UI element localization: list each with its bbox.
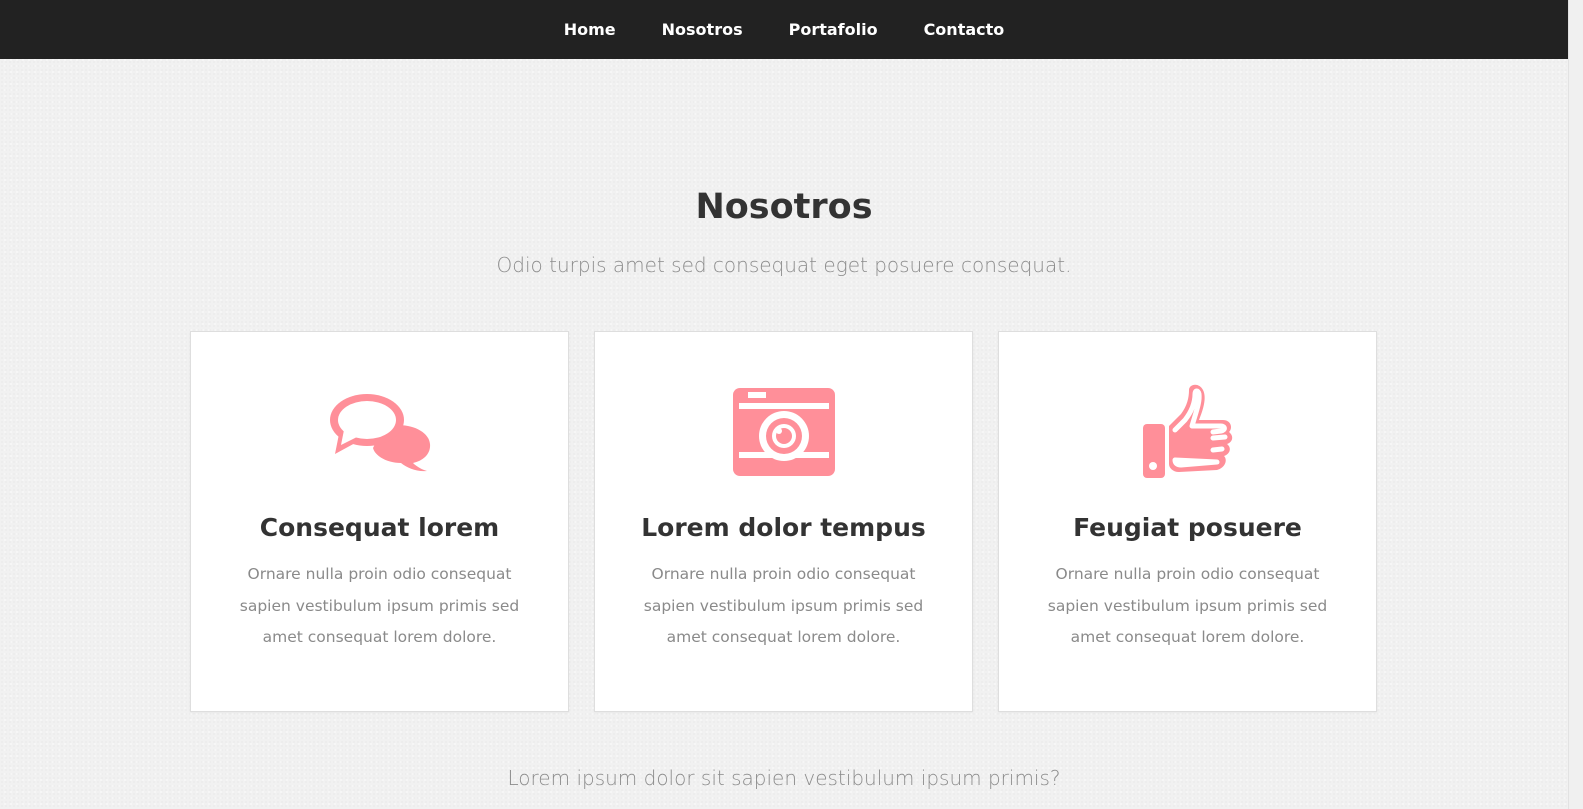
feature-card-lorem-dolor: Lorem dolor tempus Ornare nulla proin od… [594,331,973,712]
page-scrollbar[interactable] [1568,0,1583,809]
camera-icon [595,380,972,484]
chat-bubbles-icon [191,380,568,484]
bottom-tagline: Lorem ipsum dolor sit sapien vestibulum … [507,766,1061,790]
card-title: Feugiat posuere [1073,513,1302,542]
card-title: Consequat lorem [259,513,500,542]
nav-menu: Home Nosotros Portafolio Contacto [0,0,1568,59]
card-text: Ornare nulla proin odio consequat sapien… [239,565,520,646]
nav-item-contacto[interactable]: Contacto [924,20,1005,39]
nav-item-nosotros[interactable]: Nosotros [662,20,743,39]
section-title: Nosotros [695,187,873,227]
thumbs-up-icon [999,380,1376,484]
feature-card-consequat: Consequat lorem Ornare nulla proin odio … [190,331,569,712]
feature-card-feugiat: Feugiat posuere Ornare nulla proin odio … [998,331,1377,712]
card-text: Ornare nulla proin odio consequat sapien… [643,565,924,646]
section-subtitle: Odio turpis amet sed consequat eget posu… [496,253,1072,277]
card-text: Ornare nulla proin odio consequat sapien… [1047,565,1328,646]
nav-item-portafolio[interactable]: Portafolio [789,20,878,39]
nav-item-home[interactable]: Home [564,20,616,39]
feature-cards: Consequat lorem Ornare nulla proin odio … [190,331,1378,712]
card-title: Lorem dolor tempus [641,513,926,542]
top-navbar: Home Nosotros Portafolio Contacto [0,0,1568,59]
